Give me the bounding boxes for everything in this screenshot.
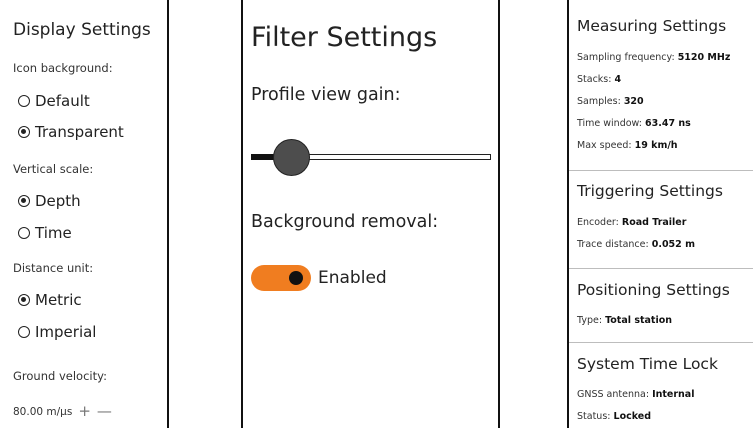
ground-velocity-stepper: 80.00 m/µs + — [13,404,118,419]
radio-selected-icon [18,195,30,207]
stacks-row: Stacks: 4 [577,74,622,85]
system-time-lock-title: System Time Lock [577,355,718,373]
max-speed-row: Max speed: 19 km/h [577,140,678,151]
filter-settings-panel: Filter Settings Profile view gain: Backg… [241,0,500,428]
radio-circle-icon [18,95,30,107]
radio-time-label: Time [35,224,72,242]
status-row: Status: Locked [577,411,652,422]
radio-circle-icon [18,227,30,239]
minus-icon[interactable]: — [97,404,112,419]
background-removal-row: Enabled [251,265,387,291]
radio-metric-label: Metric [35,291,82,309]
radio-time[interactable]: Time [18,224,72,242]
encoder-row: Encoder: Road Trailer [577,217,687,228]
radio-imperial-label: Imperial [35,323,97,341]
background-removal-toggle[interactable] [251,265,311,291]
vertical-scale-label: Vertical scale: [13,162,94,176]
radio-default-label: Default [35,92,90,110]
measuring-settings-panel: Measuring Settings Sampling frequency: 5… [567,0,753,428]
filter-settings-title: Filter Settings [251,22,438,53]
ground-velocity-value: 80.00 m/µs [13,405,73,418]
radio-transparent[interactable]: Transparent [18,123,124,141]
profile-view-gain-slider[interactable] [251,138,491,178]
radio-metric[interactable]: Metric [18,291,82,309]
radio-circle-icon [18,326,30,338]
display-settings-title: Display Settings [13,20,151,40]
radio-selected-icon [18,126,30,138]
distance-unit-label: Distance unit: [13,261,94,275]
time-window-row: Time window: 63.47 ns [577,118,691,129]
radio-transparent-label: Transparent [35,123,124,141]
slider-track [285,154,491,160]
radio-depth[interactable]: Depth [18,192,81,210]
ground-velocity-label: Ground velocity: [13,369,107,383]
divider [569,170,753,171]
icon-background-label: Icon background: [13,61,113,75]
toggle-knob [289,271,303,285]
background-removal-label: Background removal: [251,212,439,232]
radio-depth-label: Depth [35,192,81,210]
positioning-settings-title: Positioning Settings [577,281,730,299]
radio-selected-icon [18,294,30,306]
trace-distance-row: Trace distance: 0.052 m [577,239,695,250]
toggle-state-label: Enabled [318,268,387,288]
position-type-row: Type: Total station [577,315,673,326]
measuring-settings-title: Measuring Settings [577,17,727,35]
plus-icon[interactable]: + [78,404,91,419]
radio-default[interactable]: Default [18,92,90,110]
sampling-frequency-row: Sampling frequency: 5120 MHz [577,52,731,63]
divider [569,342,753,343]
profile-view-gain-label: Profile view gain: [251,85,401,105]
divider [569,268,753,269]
gnss-antenna-row: GNSS antenna: Internal [577,389,695,400]
radio-imperial[interactable]: Imperial [18,323,96,341]
samples-row: Samples: 320 [577,96,644,107]
triggering-settings-title: Triggering Settings [577,182,723,200]
display-settings-panel: Display Settings Icon background: Defaul… [0,0,169,428]
slider-thumb[interactable] [273,139,310,176]
